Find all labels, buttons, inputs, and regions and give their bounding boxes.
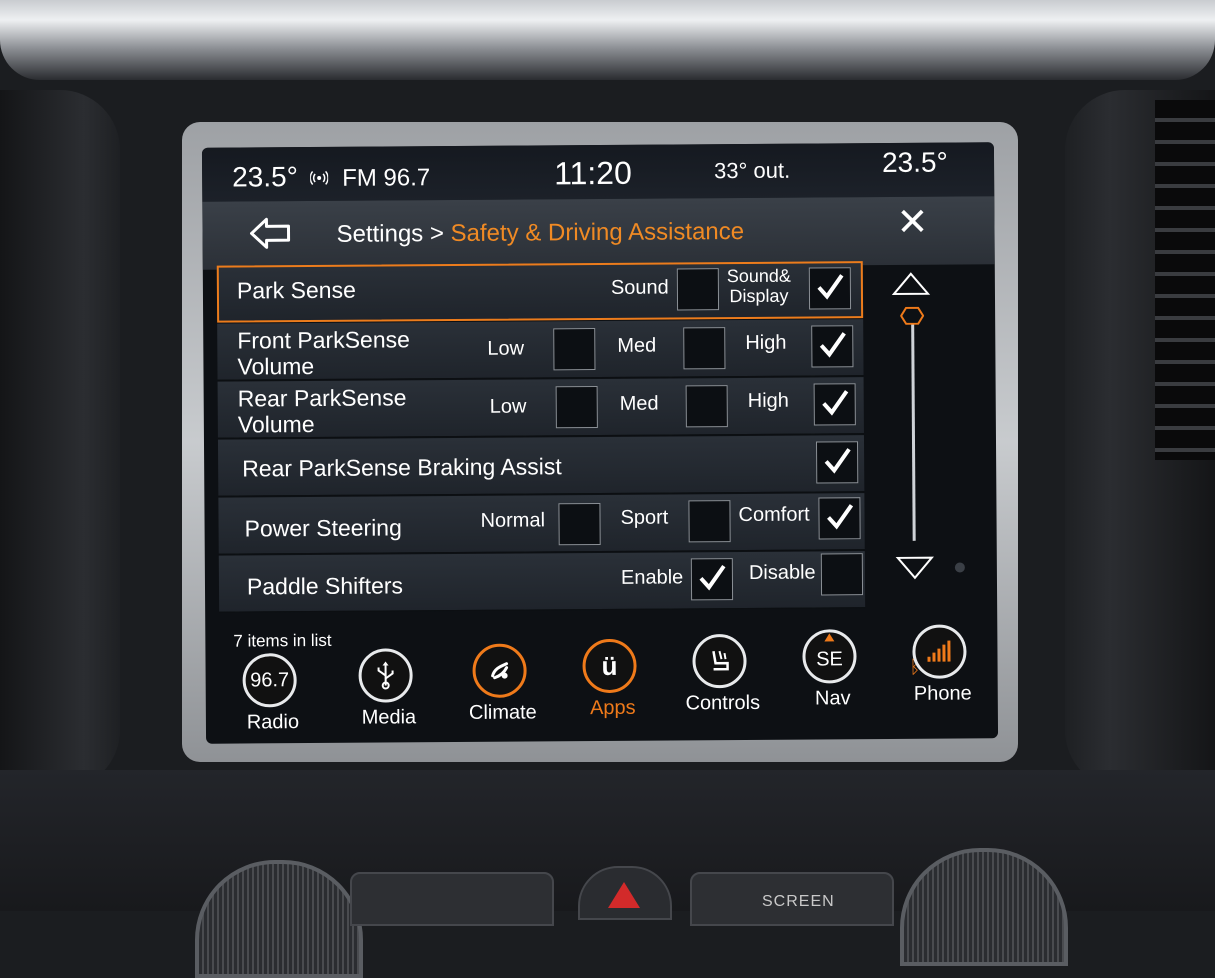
console-button[interactable] [350,872,554,926]
dock-label: Phone [913,682,972,705]
checkbox-low[interactable] [555,386,598,429]
option-label-med: Med [617,334,657,357]
dock-label: Nav [814,687,851,710]
checkbox-normal[interactable] [558,502,601,546]
checkmark-icon [817,274,844,300]
setting-row-braking-assist[interactable]: Rear ParkSense Braking Assist [217,435,865,497]
setting-row-park-sense[interactable]: Park Sense Sound Sound& Display [216,261,864,323]
close-button[interactable]: ✕ [892,201,932,244]
passenger-temp[interactable]: 23.5° [882,147,948,179]
screen-button-label: SCREEN [762,893,835,910]
dock-climate[interactable]: Climate [457,643,548,734]
option-label-low: Low [489,395,527,418]
checkbox-sound-display[interactable] [808,267,852,310]
radio-icon: 96.7 [242,653,297,708]
seat-icon [692,633,747,689]
dock-label: Radio [246,711,300,734]
uconnect-apps-icon: ü [582,638,637,694]
breadcrumb: Settings > Safety & Driving Assistance [336,218,744,249]
setting-row-paddle-shifters[interactable]: Paddle Shifters Enable Disable [218,551,866,613]
dock-apps[interactable]: ü Apps [567,638,658,730]
scrollbar-thumb[interactable] [900,306,925,325]
back-arrow-icon [250,217,291,249]
breadcrumb-current: Safety & Driving Assistance [450,217,745,248]
radio-signal-icon [309,169,329,192]
breadcrumb-root[interactable]: Settings [336,220,423,248]
scroll-up-arrow-icon[interactable] [891,271,931,297]
dock-nav[interactable]: SE Nav [787,629,878,720]
option-label-high: High [747,389,789,412]
checkmark-icon [822,390,849,416]
dock-phone[interactable]: Phone [897,624,988,715]
option-label-sound-display: Sound& Display [726,265,791,307]
compass-icon: SE [802,629,857,684]
checkbox-disable[interactable] [820,553,864,596]
dashboard-left-panel [0,90,120,790]
checkmark-icon [824,448,851,474]
setting-label: Rear ParkSense Braking Assist [242,453,562,482]
checkbox-med[interactable] [683,327,726,370]
dock-controls[interactable]: Controls [677,633,768,725]
usb-icon [358,648,413,703]
option-label-high: High [745,331,787,354]
signal-bars-icon [912,624,967,679]
option-label-med: Med [619,392,659,415]
option-label-disable: Disable [748,561,816,584]
option-label-sound: Sound [610,276,669,299]
checkbox-med[interactable] [685,385,728,428]
breadcrumb-separator: > [429,220,445,248]
page-indicator [954,562,965,573]
checkmark-icon [827,504,854,530]
setting-label: Power Steering [244,514,402,542]
checkbox-enable[interactable] [690,558,734,601]
list-count: 7 items in list [233,630,332,651]
dock-label: Media [361,706,417,729]
status-bar: 23.5° FM 96.7 11:20 33° out. 23.5° [201,142,995,202]
option-label-enable: Enable [620,566,684,589]
infotainment-screen: 23.5° FM 96.7 11:20 33° out. 23.5° Setti… [201,142,999,744]
driver-temp[interactable]: 23.5° [232,161,298,193]
settings-list: Park Sense Sound Sound& Display Front Par… [216,261,866,616]
option-label-sport: Sport [620,506,669,529]
outside-temp: 33° out. [714,157,791,184]
setting-row-front-volume[interactable]: Front ParkSense Volume Low Med High [217,319,864,381]
dock-label: Controls [685,691,761,715]
checkbox-braking-assist[interactable] [815,441,859,484]
clock: 11:20 [553,154,632,192]
setting-label: Front ParkSense Volume [237,326,410,380]
scrollbar-track[interactable] [911,320,916,541]
checkbox-sport[interactable] [688,500,731,543]
checkbox-high[interactable] [811,325,854,368]
checkbox-sound[interactable] [676,268,720,311]
radio-station[interactable]: FM 96.7 [342,164,430,193]
dock-label: Apps [589,696,636,720]
dock-media[interactable]: Media [343,648,434,739]
close-icon: ✕ [896,201,929,244]
checkbox-comfort[interactable] [818,497,861,540]
setting-row-power-steering[interactable]: Power Steering Normal Sport Comfort [218,493,865,555]
setting-row-rear-volume[interactable]: Rear ParkSense Volume Low Med High [217,377,864,439]
hazard-icon [608,882,640,908]
back-button[interactable] [248,215,292,251]
air-vent [1155,100,1215,460]
scroll-down-arrow-icon[interactable] [895,555,935,581]
checkbox-low[interactable] [553,328,596,371]
checkmark-icon [819,332,846,358]
checkbox-high[interactable] [813,383,856,426]
dashboard-trim [0,0,1215,80]
option-label-low: Low [487,337,525,360]
dock-radio[interactable]: 96.7 Radio [227,653,318,744]
climate-fan-icon [472,643,527,698]
setting-label: Rear ParkSense Volume [237,384,407,438]
checkmark-icon [699,564,726,591]
option-label-normal: Normal [480,509,546,532]
setting-label: Paddle Shifters [246,572,404,600]
option-label-comfort: Comfort [738,503,810,527]
setting-label: Park Sense [236,276,356,304]
dock-label: Climate [468,701,537,724]
